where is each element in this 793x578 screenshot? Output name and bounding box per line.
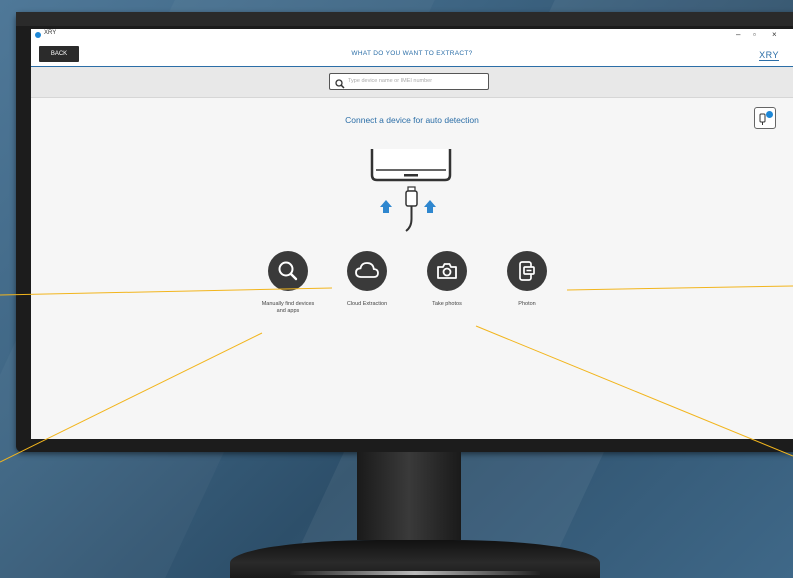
- app-header: BACK WHAT DO YOU WANT TO EXTRACT? XRY: [31, 42, 793, 67]
- connect-device-prompt: Connect a device for auto detection: [345, 115, 479, 125]
- take-photos-action[interactable]: Take photos: [407, 251, 487, 308]
- app-window: XRY – ▫ × BACK WHAT DO YOU WANT TO EXTRA…: [31, 29, 793, 439]
- minimize-icon[interactable]: –: [736, 29, 740, 41]
- take-photos-label: Take photos: [432, 301, 462, 307]
- action-circle[interactable]: [507, 251, 547, 291]
- monitor-stand-neck: [357, 452, 461, 540]
- search-bar: [31, 67, 793, 98]
- action-circle[interactable]: [347, 251, 387, 291]
- photon-device-icon: [519, 261, 535, 281]
- photon-action[interactable]: Photon: [487, 251, 567, 308]
- manual-find-action[interactable]: Manually find devices and apps: [248, 251, 328, 315]
- cloud-extraction-label: Cloud Extraction: [346, 301, 388, 307]
- magnifier-icon: [278, 261, 298, 281]
- cloud-icon: [355, 262, 379, 278]
- page-title: WHAT DO YOU WANT TO EXTRACT?: [351, 50, 473, 57]
- restore-icon[interactable]: ▫: [753, 29, 756, 41]
- manual-find-label: Manually find devices and apps: [261, 301, 315, 314]
- monitor-base-highlight: [290, 571, 540, 575]
- window-title: XRY: [44, 30, 57, 36]
- app-logo-icon: [35, 32, 41, 38]
- phone-connect-illustration: [370, 149, 452, 232]
- window-titlebar: XRY – ▫ ×: [31, 29, 793, 42]
- action-circle[interactable]: [268, 251, 308, 291]
- camera-icon: [437, 263, 457, 279]
- action-circle[interactable]: [427, 251, 467, 291]
- brand-logo: XRY: [759, 50, 779, 61]
- search-icon: [335, 76, 345, 94]
- search-box[interactable]: [329, 73, 489, 90]
- photon-label: Photon: [518, 301, 536, 307]
- cloud-extraction-action[interactable]: Cloud Extraction: [327, 251, 407, 308]
- search-input[interactable]: [348, 75, 482, 87]
- close-icon[interactable]: ×: [772, 29, 777, 41]
- monitor-top-highlight: [16, 12, 793, 26]
